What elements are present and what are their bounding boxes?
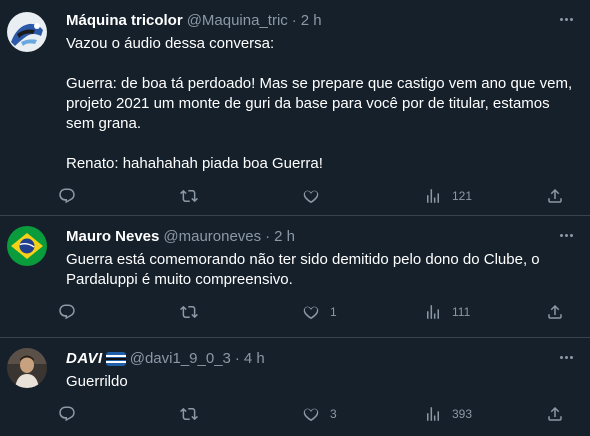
like-icon xyxy=(303,408,319,422)
tweet-header: DAVI @davi1_9_0_3 · 4 h xyxy=(66,348,574,370)
more-icon[interactable] xyxy=(556,350,576,364)
views-count: 393 xyxy=(452,407,473,421)
like-button[interactable] xyxy=(302,186,424,206)
reply-icon xyxy=(59,188,75,204)
tweet-header: Máquina tricolor @Maquina_tric · 2 h xyxy=(66,10,574,32)
action-bar: 121 xyxy=(58,178,574,220)
separator-dot: · xyxy=(291,12,297,29)
views-button[interactable]: 121 xyxy=(424,186,546,206)
share-button[interactable] xyxy=(546,302,570,322)
reply-icon xyxy=(59,304,75,320)
tweet-header: Mauro Neves @mauroneves · 2 h xyxy=(66,226,574,248)
retweet-icon xyxy=(180,407,198,421)
display-name[interactable]: DAVI xyxy=(66,349,103,369)
retweet-button[interactable] xyxy=(180,186,302,206)
retweet-button[interactable] xyxy=(180,302,302,322)
views-count: 111 xyxy=(452,305,471,319)
flag-emoji-icon xyxy=(105,352,126,366)
display-name[interactable]: Máquina tricolor xyxy=(66,11,183,31)
user-handle[interactable]: @Maquina_tric xyxy=(187,11,288,31)
share-button[interactable] xyxy=(546,404,570,424)
more-icon[interactable] xyxy=(556,228,576,242)
retweet-icon xyxy=(180,305,198,319)
share-icon xyxy=(548,304,562,319)
like-icon xyxy=(303,190,319,204)
like-count: 1 xyxy=(330,305,337,319)
views-icon xyxy=(427,189,439,203)
like-button[interactable]: 1 xyxy=(302,302,424,322)
like-count: 3 xyxy=(330,407,337,421)
tweet-2[interactable]: Mauro Neves @mauroneves · 2 h Guerra est… xyxy=(0,216,590,338)
like-icon xyxy=(303,306,319,320)
tweet-text: Guerrildo xyxy=(66,373,128,390)
reply-icon xyxy=(59,406,75,422)
retweet-button[interactable] xyxy=(180,404,302,424)
views-count: 121 xyxy=(452,189,473,203)
like-button[interactable]: 3 xyxy=(302,404,424,424)
share-button[interactable] xyxy=(546,186,570,206)
timestamp[interactable]: 2 h xyxy=(274,227,295,247)
tweet-text: Guerra está comemorando não ter sido dem… xyxy=(66,251,544,288)
tweet-3[interactable]: DAVI @davi1_9_0_3 · 4 h Guerrildo 3 393 xyxy=(0,338,590,436)
tweet-text: Vazou o áudio dessa conversa: Guerra: de… xyxy=(66,35,573,172)
avatar[interactable] xyxy=(7,348,47,388)
brazil-flag-avatar xyxy=(7,226,47,266)
retweet-icon xyxy=(180,189,198,203)
separator-dot: · xyxy=(265,228,271,245)
views-button[interactable]: 111 xyxy=(424,302,546,322)
reply-button[interactable] xyxy=(58,404,180,424)
user-handle[interactable]: @davi1_9_0_3 xyxy=(130,349,231,369)
avatar-image xyxy=(7,12,47,52)
views-icon xyxy=(427,305,439,319)
action-bar: 3 393 xyxy=(58,396,574,436)
views-button[interactable]: 393 xyxy=(424,404,546,424)
views-icon xyxy=(427,407,439,421)
avatar[interactable] xyxy=(7,226,47,266)
reply-button[interactable] xyxy=(58,302,180,322)
share-icon xyxy=(548,188,562,203)
tweet-1[interactable]: Máquina tricolor @Maquina_tric · 2 h Vaz… xyxy=(0,0,590,216)
avatar[interactable] xyxy=(7,12,47,52)
timestamp[interactable]: 4 h xyxy=(244,349,265,369)
separator-dot: · xyxy=(234,350,240,367)
action-bar: 1 111 xyxy=(58,294,574,336)
display-name[interactable]: Mauro Neves xyxy=(66,227,159,247)
timestamp[interactable]: 2 h xyxy=(301,11,322,31)
share-icon xyxy=(548,406,562,421)
reply-button[interactable] xyxy=(58,186,180,206)
more-icon[interactable] xyxy=(556,12,576,26)
user-handle[interactable]: @mauroneves xyxy=(163,227,261,247)
avatar-image xyxy=(7,348,47,388)
